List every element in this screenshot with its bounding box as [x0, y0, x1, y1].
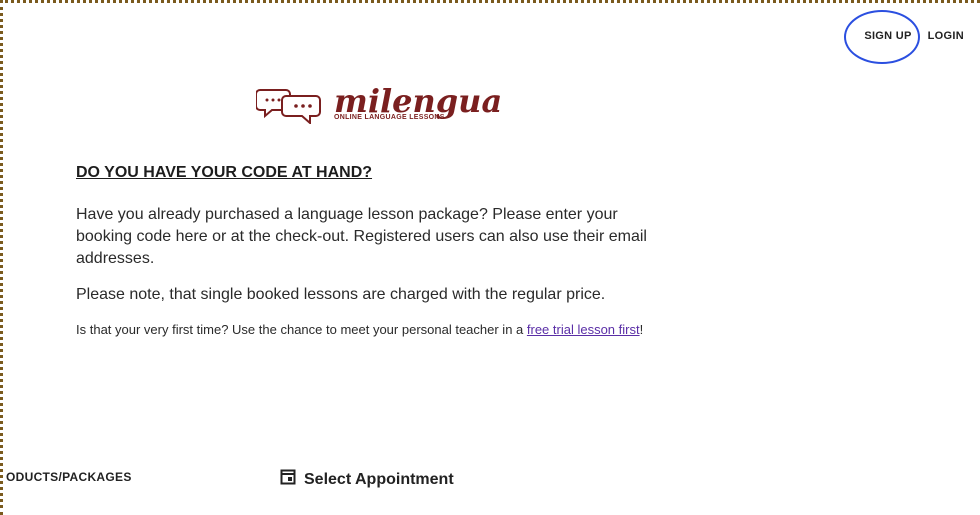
top-navigation: SIGN UP LOGIN — [844, 10, 964, 64]
price-note-paragraph: Please note, that single booked lessons … — [76, 286, 606, 303]
page-heading: DO YOU HAVE YOUR CODE AT HAND? — [76, 164, 373, 181]
calendar-icon — [280, 469, 296, 490]
logo-tagline: ONLINE LANGUAGE LESSONS — [334, 114, 445, 121]
trial-text: Is that your very first time? Use the ch… — [76, 322, 527, 337]
brand-logo[interactable]: milengua ONLINE LANGUAGE LESSONS — [255, 84, 502, 129]
signup-link[interactable]: SIGN UP — [844, 10, 921, 64]
intro-paragraph: Have you already purchased a language le… — [76, 206, 647, 267]
trial-suffix: ! — [639, 322, 644, 337]
trial-paragraph: Is that your very first time? Use the ch… — [76, 320, 676, 340]
highlight-circle — [844, 10, 921, 64]
tab-select-appointment-label: Select Appointment — [304, 470, 454, 488]
login-link[interactable]: LOGIN — [928, 30, 964, 42]
free-trial-link[interactable]: free trial lesson first — [527, 322, 640, 337]
logo-text: milengua ONLINE LANGUAGE LESSONS — [334, 84, 502, 121]
main-content: DO YOU HAVE YOUR CODE AT HAND? Have you … — [76, 164, 676, 354]
tab-select-appointment[interactable]: Select Appointment — [280, 469, 454, 490]
tab-products-packages[interactable]: ODUCTS/PACKAGES — [6, 470, 132, 484]
chat-bubbles-icon — [255, 84, 326, 129]
logo-name: milengua — [334, 82, 503, 120]
